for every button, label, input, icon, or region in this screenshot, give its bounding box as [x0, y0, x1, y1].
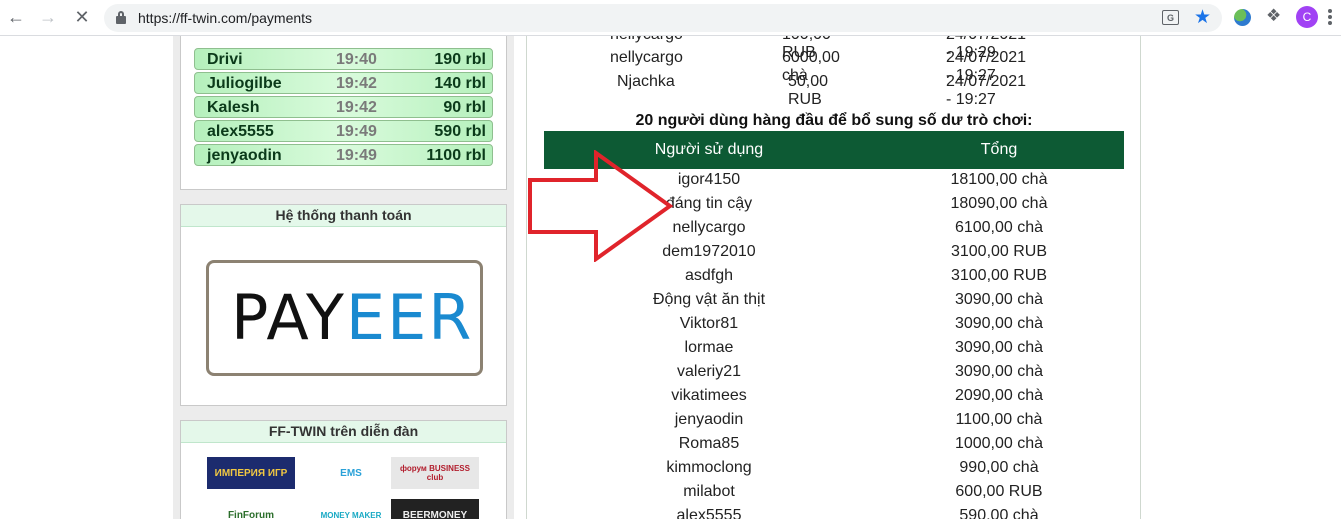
- payment-user: alex5555: [207, 123, 274, 140]
- payment-row: alex5555 19:49 590 rbl: [194, 120, 493, 142]
- table-row: lormae 3090,00 chà: [544, 337, 1124, 361]
- table-row: Động vật ăn thịt 3090,00 chà: [544, 289, 1124, 313]
- row-total: 3090,00 chà: [954, 363, 1044, 380]
- recent-user: nellycargo: [610, 36, 683, 44]
- table-row: valeriy21 3090,00 chà: [544, 361, 1124, 385]
- row-total: 600,00 RUB: [955, 483, 1043, 500]
- row-total: 1000,00 chà: [954, 435, 1044, 452]
- browser-menu-icon[interactable]: [1328, 9, 1332, 27]
- table-row: Viktor81 3090,00 chà: [544, 313, 1124, 337]
- row-user: jenyaodin: [674, 411, 744, 428]
- payment-system-panel: Hệ thống thanh toán PAYEER: [180, 204, 507, 406]
- back-arrow-icon[interactable]: ←: [4, 6, 28, 30]
- payment-amount: 190 rbl: [434, 51, 486, 68]
- row-total: 3090,00 chà: [954, 339, 1044, 356]
- payment-row: Kalesh 19:42 90 rbl: [194, 96, 493, 118]
- row-total: 3100,00 RUB: [950, 243, 1048, 260]
- row-user: valeriy21: [676, 363, 742, 380]
- payeer-logo[interactable]: PAYEER: [206, 260, 483, 376]
- payment-user: Drivi: [207, 51, 243, 68]
- payment-row: Juliogilbe 19:42 140 rbl: [194, 72, 493, 94]
- recent-date: 24/07/2021 - 19:27: [946, 73, 1027, 108]
- forum-panel: FF-TWIN trên diễn đàn ИМПЕРИЯ ИГР EMS фо…: [180, 420, 507, 519]
- payeer-logo-text-2: EER: [345, 281, 474, 354]
- row-total: 1100,00 chà: [955, 411, 1043, 428]
- row-total: 18100,00 chà: [950, 171, 1048, 188]
- payment-time: 19:49: [336, 147, 377, 164]
- payment-amount: 90 rbl: [443, 99, 486, 116]
- payment-time: 19:40: [336, 51, 377, 68]
- arrow-shape: [528, 150, 673, 262]
- row-total: 6100,00 chà: [954, 219, 1044, 236]
- browser-toolbar: ← → ✕ https://ff-twin.com/payments G ★ ❖…: [0, 0, 1341, 36]
- row-user: lormae: [684, 339, 734, 356]
- stop-loading-icon[interactable]: ✕: [70, 6, 94, 30]
- red-arrow-annotation: [528, 150, 673, 262]
- row-user: Viktor81: [679, 315, 739, 332]
- forum-banner-beermoney[interactable]: BEERMONEY: [391, 499, 479, 519]
- forward-arrow-icon[interactable]: →: [36, 6, 60, 30]
- translate-icon[interactable]: G: [1162, 10, 1179, 25]
- payeer-logo-text-1: PAY: [231, 281, 346, 354]
- row-user: Roma85: [678, 435, 740, 452]
- table-row: kimmoclong 990,00 chà: [544, 457, 1124, 481]
- recent-payments-panel: Drivi 19:40 190 rbl Juliogilbe 19:42 140…: [180, 36, 507, 190]
- bookmark-star-icon[interactable]: ★: [1194, 6, 1211, 29]
- payment-system-title: Hệ thống thanh toán: [181, 205, 506, 227]
- forum-banner-finforum[interactable]: FinForum: [207, 499, 295, 519]
- extension-globe-icon[interactable]: [1234, 9, 1251, 26]
- page-content: Drivi 19:40 190 rbl Juliogilbe 19:42 140…: [0, 36, 1341, 519]
- lock-icon[interactable]: [116, 11, 126, 24]
- address-bar[interactable]: https://ff-twin.com/payments G ★: [104, 4, 1222, 32]
- forum-banner-money-maker[interactable]: MONEY MAKER: [307, 499, 395, 519]
- row-user: kimmoclong: [666, 459, 752, 476]
- payment-user: Juliogilbe: [207, 75, 282, 92]
- table-row: vikatimees 2090,00 chà: [544, 385, 1124, 409]
- table-row: milabot 600,00 RUB: [544, 481, 1124, 505]
- row-user: vikatimees: [671, 387, 747, 404]
- payment-time: 19:42: [336, 75, 377, 92]
- row-total: 2090,00 chà: [954, 387, 1044, 404]
- url-text[interactable]: https://ff-twin.com/payments: [138, 10, 312, 26]
- payment-time: 19:42: [336, 99, 377, 116]
- row-total: 3090,00 chà: [954, 315, 1044, 332]
- top-users-title: 20 người dùng hàng đầu để bổ sung số dư …: [635, 112, 1033, 129]
- table-row: asdfgh 3100,00 RUB: [544, 265, 1124, 289]
- forum-banner-imperia[interactable]: ИМПЕРИЯ ИГР: [207, 457, 295, 489]
- extensions-puzzle-icon[interactable]: ❖: [1266, 6, 1281, 26]
- forum-title: FF-TWIN trên diễn đàn: [181, 421, 506, 443]
- row-total: 590,00 chà: [959, 507, 1039, 519]
- forum-banner-business-club[interactable]: форум BUSINESS club: [391, 457, 479, 489]
- table-row: jenyaodin 1100,00 chà: [544, 409, 1124, 433]
- row-user: alex5555: [676, 507, 742, 519]
- main-content: nellycargo 100,00 RUB 24/07/2021 - 19:29…: [526, 36, 1141, 519]
- table-row: Roma85 1000,00 chà: [544, 433, 1124, 457]
- recent-amount: 50,00 RUB: [788, 73, 829, 108]
- payment-user: jenyaodin: [207, 147, 282, 164]
- payment-row: Drivi 19:40 190 rbl: [194, 48, 493, 70]
- payment-user: Kalesh: [207, 99, 260, 116]
- row-user: milabot: [683, 483, 735, 500]
- profile-avatar[interactable]: C: [1296, 6, 1318, 28]
- payment-amount: 1100 rbl: [426, 147, 486, 164]
- payment-amount: 140 rbl: [434, 75, 486, 92]
- row-user: asdfgh: [684, 267, 734, 284]
- recent-user: Njachka: [617, 73, 675, 90]
- payment-row: jenyaodin 19:49 1100 rbl: [194, 144, 493, 166]
- row-total: 18090,00 chà: [950, 195, 1048, 212]
- forum-banner-ems[interactable]: EMS: [307, 457, 395, 489]
- recent-user: nellycargo: [610, 49, 683, 66]
- row-total: 3090,00 chà: [954, 291, 1044, 308]
- column-header-total: Tổng: [980, 141, 1018, 158]
- row-total: 990,00 chà: [959, 459, 1039, 476]
- payment-amount: 590 rbl: [434, 123, 486, 140]
- payment-time: 19:49: [336, 123, 377, 140]
- row-total: 3100,00 RUB: [950, 267, 1048, 284]
- row-user: Động vật ăn thịt: [652, 291, 766, 308]
- table-row: alex5555 590,00 chà: [544, 505, 1124, 519]
